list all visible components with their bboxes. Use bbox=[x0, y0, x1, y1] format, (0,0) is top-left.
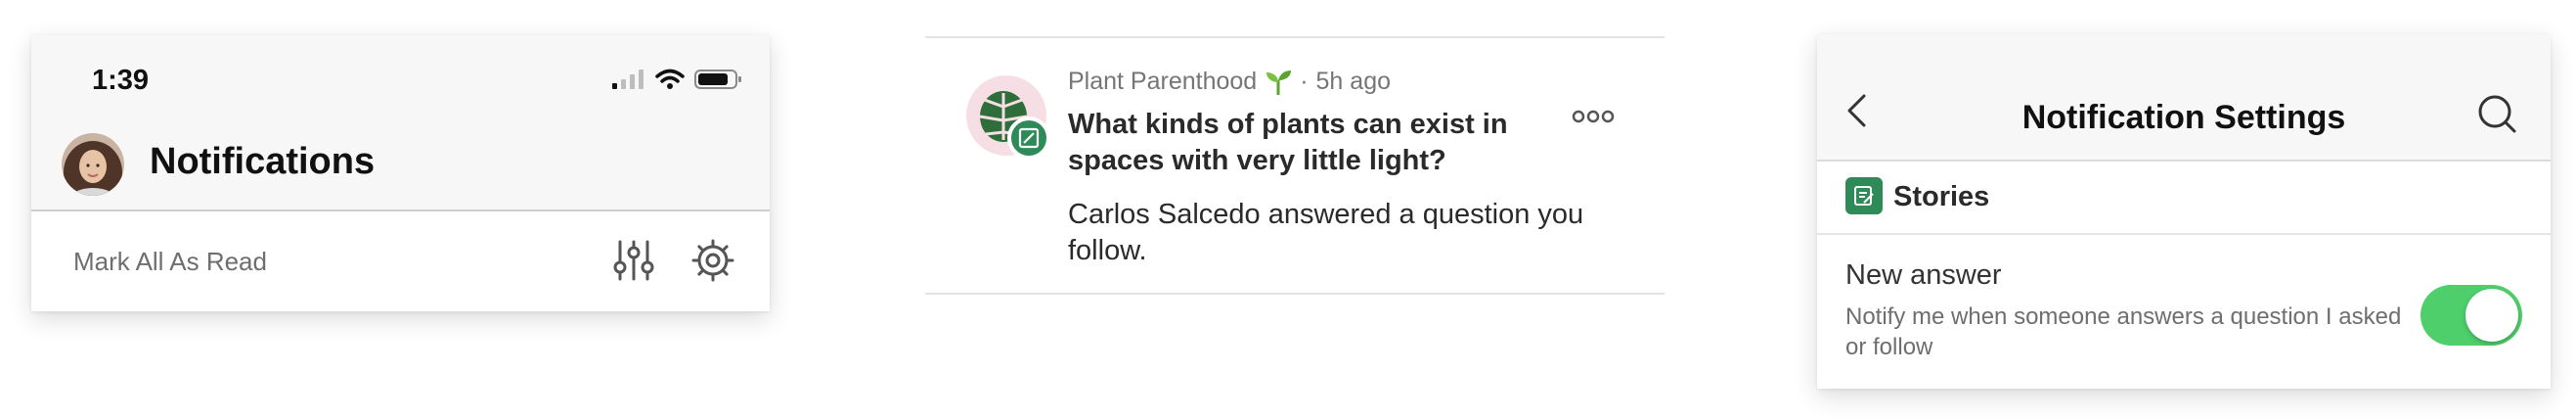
section-divider bbox=[1817, 233, 2551, 235]
gear-icon bbox=[691, 239, 734, 282]
question-title[interactable]: What kinds of plants can exist in spaces… bbox=[1068, 107, 1577, 179]
notification-item[interactable]: Plant Parenthood · 5h ago What kinds of … bbox=[925, 36, 1665, 296]
filter-button[interactable] bbox=[610, 237, 657, 284]
space-name[interactable]: Plant Parenthood bbox=[1068, 68, 1257, 96]
battery-icon bbox=[694, 70, 741, 89]
edit-badge-icon bbox=[1018, 127, 1040, 149]
stories-icon bbox=[1854, 186, 1874, 206]
wifi-icon bbox=[655, 69, 685, 89]
mark-all-read-button[interactable]: Mark All As Read bbox=[73, 247, 267, 277]
status-bar-icons bbox=[612, 69, 743, 90]
search-button[interactable] bbox=[2474, 91, 2519, 136]
search-icon bbox=[2478, 95, 2516, 133]
section-label: Stories bbox=[1893, 181, 1990, 212]
page-title: Notifications bbox=[150, 141, 376, 182]
toggle-knob bbox=[2465, 289, 2518, 342]
notifications-panel: 1:39 Notifications Mark All As Read bbox=[31, 35, 770, 311]
settings-header: Notification Settings bbox=[1817, 34, 2551, 160]
setting-title: New answer bbox=[1845, 259, 2002, 291]
more-button[interactable] bbox=[1571, 105, 1616, 128]
header-divider bbox=[1817, 160, 2551, 162]
notification-meta: Plant Parenthood · 5h ago bbox=[1068, 68, 1391, 96]
notification-message: Carlos Salcedo answered a question you f… bbox=[1068, 199, 1584, 266]
top-divider bbox=[925, 36, 1665, 38]
edit-badge bbox=[1007, 116, 1050, 160]
bottom-divider bbox=[925, 293, 1665, 295]
notifications-header: 1:39 Notifications bbox=[31, 35, 770, 210]
signal-icon bbox=[612, 70, 644, 89]
settings-button[interactable] bbox=[689, 237, 736, 284]
divider bbox=[31, 210, 770, 211]
settings-title: Notification Settings bbox=[2021, 99, 2346, 136]
avatar[interactable] bbox=[62, 133, 124, 196]
more-icon bbox=[1572, 110, 1615, 123]
status-time: 1:39 bbox=[92, 65, 150, 96]
stories-section-icon bbox=[1845, 177, 1883, 214]
timestamp: 5h ago bbox=[1315, 68, 1391, 95]
new-answer-toggle[interactable] bbox=[2421, 285, 2522, 346]
avatar-icon bbox=[62, 133, 124, 196]
meta-separator: · bbox=[1300, 68, 1309, 95]
seedling-icon bbox=[1266, 70, 1292, 95]
filter-sliders-icon bbox=[613, 240, 654, 281]
settings-panel: Notification Settings Stories New answer… bbox=[1817, 34, 2551, 389]
setting-description: Notify me when someone answers a questio… bbox=[1845, 303, 2402, 360]
